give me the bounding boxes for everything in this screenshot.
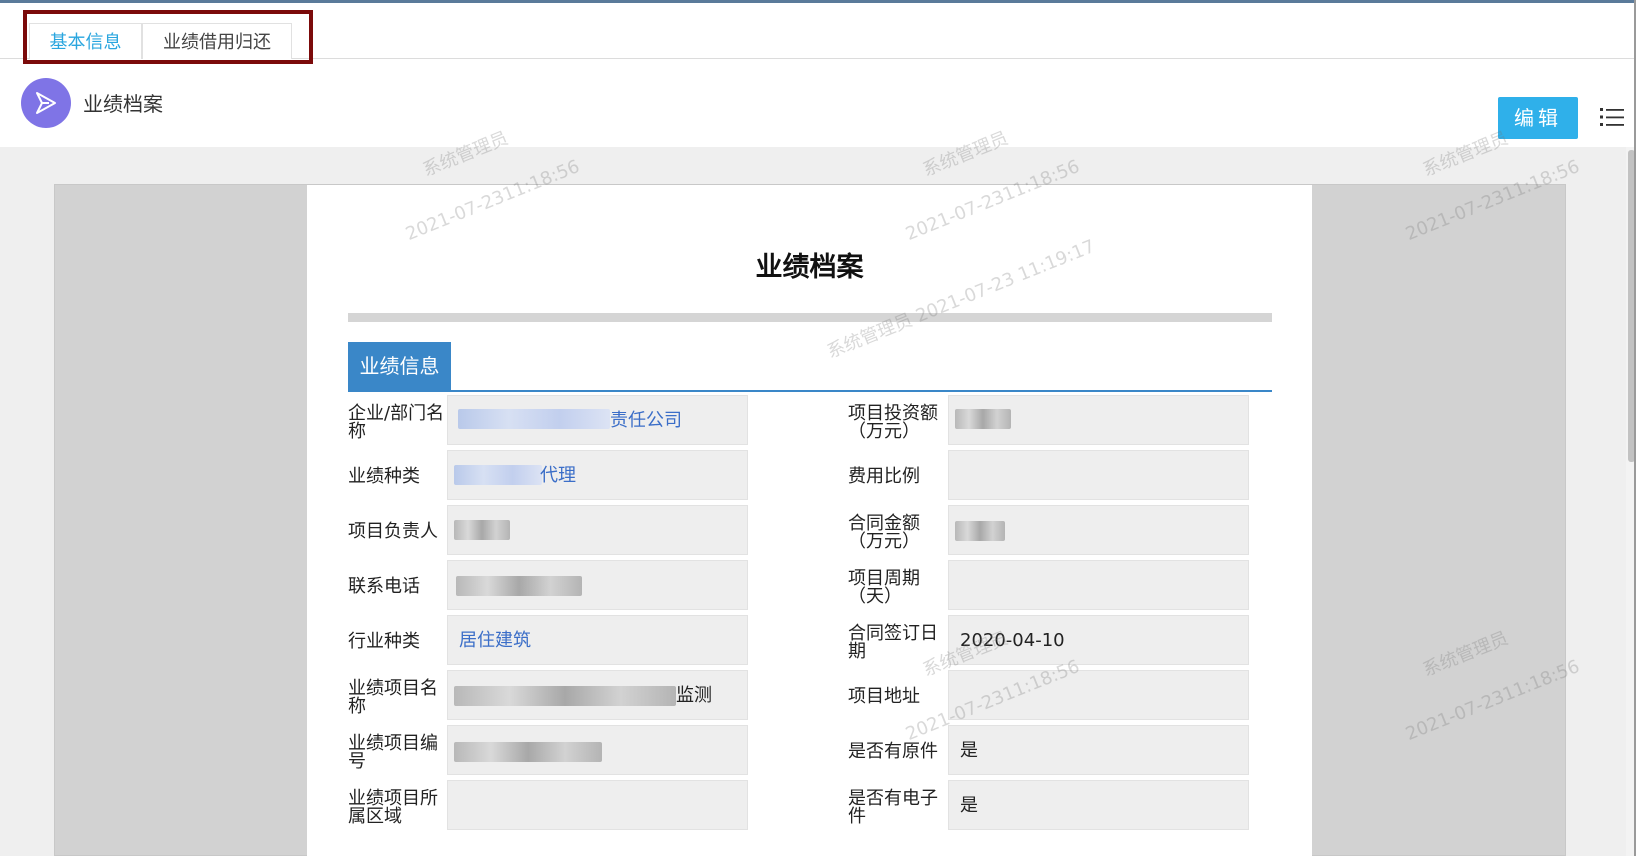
field-contract-date[interactable]: 2020-04-10 xyxy=(948,615,1249,665)
label-fee-ratio: 费用比例 xyxy=(848,466,920,487)
redacted-area xyxy=(454,465,542,485)
label-project-address: 项目地址 xyxy=(848,686,920,707)
industry-type-value: 居住建筑 xyxy=(459,630,531,651)
project-name-value: 监测 xyxy=(676,685,712,706)
label-project-cycle: 项目周期 （天） xyxy=(848,568,920,607)
label-contract-amount: 合同金额 （万元） xyxy=(848,513,920,552)
document-page: 业绩档案 业绩信息 企业/部门名称 责任公司 业绩种类 代理 项目负责人 联系电… xyxy=(307,185,1312,856)
field-project-name[interactable]: 监测 xyxy=(447,670,748,720)
field-investment[interactable] xyxy=(948,395,1249,445)
field-project-cycle[interactable] xyxy=(948,560,1249,610)
redacted-area xyxy=(955,409,1011,429)
label-project-leader: 项目负责人 xyxy=(348,521,438,542)
send-icon xyxy=(36,92,56,114)
redacted-area xyxy=(955,521,1005,541)
redacted-area xyxy=(454,520,510,540)
redacted-area xyxy=(456,576,582,596)
redacted-area xyxy=(454,686,676,706)
list-icon[interactable] xyxy=(1600,105,1624,129)
field-performance-type[interactable]: 代理 xyxy=(447,450,748,500)
field-contract-amount[interactable] xyxy=(948,505,1249,555)
section-underline xyxy=(348,390,1272,392)
field-has-original[interactable]: 是 xyxy=(948,725,1249,775)
has-electronic-value: 是 xyxy=(960,795,978,816)
tab-highlight-box xyxy=(23,10,313,64)
label-contract-date: 合同签订日期 xyxy=(848,623,938,662)
field-project-address[interactable] xyxy=(948,670,1249,720)
label-industry-type: 行业种类 xyxy=(348,631,420,652)
field-project-region[interactable] xyxy=(447,780,748,830)
label-project-number: 业绩项目编号 xyxy=(348,733,438,772)
label-project-name: 业绩项目名称 xyxy=(348,678,438,717)
contract-date-value: 2020-04-10 xyxy=(960,630,1065,651)
section-tab-performance-info: 业绩信息 xyxy=(348,342,451,391)
label-performance-type: 业绩种类 xyxy=(348,466,420,487)
label-project-region: 业绩项目所 属区域 xyxy=(348,788,438,827)
label-contact-phone: 联系电话 xyxy=(348,576,420,597)
document-divider xyxy=(348,313,1272,322)
page-header: 业绩档案 编辑 xyxy=(0,59,1636,147)
label-company-name: 企业/部门名称 xyxy=(348,403,445,442)
label-investment: 项目投资额 （万元） xyxy=(848,403,938,442)
performance-type-value: 代理 xyxy=(540,465,576,486)
field-has-electronic[interactable]: 是 xyxy=(948,780,1249,830)
edit-button[interactable]: 编辑 xyxy=(1498,97,1578,139)
page-title: 业绩档案 xyxy=(83,92,163,116)
field-fee-ratio[interactable] xyxy=(948,450,1249,500)
has-original-value: 是 xyxy=(960,740,978,761)
redacted-area xyxy=(454,742,602,762)
redacted-area xyxy=(458,409,610,429)
label-has-original: 是否有原件 xyxy=(848,741,938,762)
field-contact-phone[interactable] xyxy=(447,560,748,610)
avatar xyxy=(21,78,71,128)
label-has-electronic: 是否有电子件 xyxy=(848,788,938,827)
field-project-number[interactable] xyxy=(447,725,748,775)
field-company-name[interactable]: 责任公司 xyxy=(447,395,748,445)
field-industry-type[interactable]: 居住建筑 xyxy=(447,615,748,665)
company-name-value: 责任公司 xyxy=(610,410,682,431)
document-title: 业绩档案 xyxy=(755,252,864,283)
field-project-leader[interactable] xyxy=(447,505,748,555)
